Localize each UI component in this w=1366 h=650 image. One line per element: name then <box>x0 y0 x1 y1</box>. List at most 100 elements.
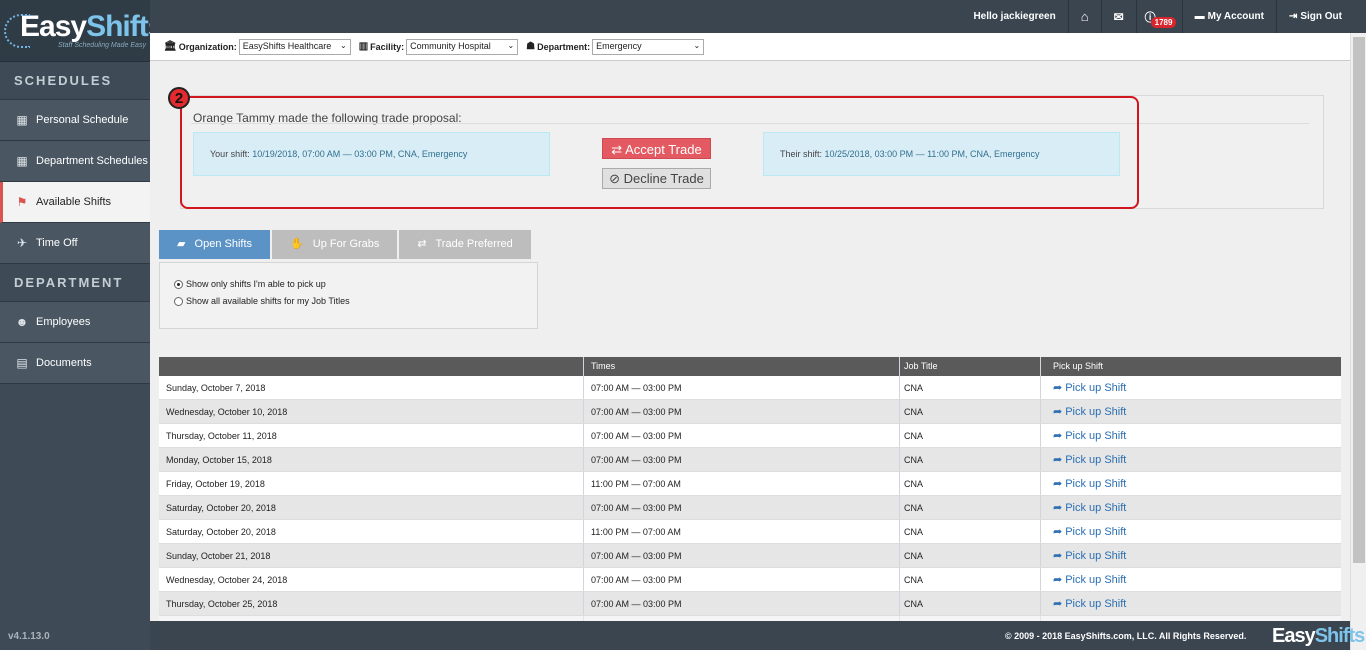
pick-up-shift-link[interactable]: ➦Pick up Shift <box>1053 454 1126 466</box>
department-filter: ☗ Department: Emergency ⌄ <box>526 38 705 55</box>
shift-filter-options: Show only shifts I'm able to pick up Sho… <box>159 262 538 329</box>
table-row: Saturday, October 20, 2018 07:00 AM — 03:… <box>159 496 1341 520</box>
department-select[interactable]: Emergency ⌄ <box>592 38 705 55</box>
table-row: Sunday, October 21, 2018 07:00 AM — 03:00… <box>159 544 1341 568</box>
sidebar: EasyShifts Staff Scheduling Made Easy SC… <box>0 0 164 650</box>
vertical-scrollbar[interactable] <box>1350 33 1366 650</box>
sidebar-item-label: Personal Schedule <box>36 114 129 126</box>
decline-trade-button[interactable]: ⊘ Decline Trade <box>602 168 711 189</box>
tab-up-for-grabs[interactable]: ✋ Up For Grabs <box>272 230 398 259</box>
cell-times: 07:00 AM — 03:00 PM <box>584 544 900 567</box>
messages-button[interactable]: ✉ <box>1100 0 1136 33</box>
radio-option-able[interactable]: Show only shifts I'm able to pick up <box>174 279 537 289</box>
chevron-down-icon: ⌄ <box>507 40 515 50</box>
copyright-text: © 2009 - 2018 EasyShifts.com, LLC. All R… <box>1005 631 1247 641</box>
department-value: Emergency <box>596 40 642 51</box>
sidebar-item-employees[interactable]: ☻ Employees <box>0 302 150 343</box>
radio-label: Show only shifts I'm able to pick up <box>186 279 326 289</box>
notifications-button[interactable]: ⓘ 1789 <box>1135 0 1182 33</box>
chevron-down-icon: ⌄ <box>693 40 701 50</box>
radio-option-all[interactable]: Show all available shifts for my Job Tit… <box>174 296 537 306</box>
column-header-job-title[interactable]: Job Title <box>900 357 1041 376</box>
column-header-times[interactable]: Times <box>584 357 900 376</box>
sidebar-item-department-schedules[interactable]: ▦ Department Schedules <box>0 141 150 182</box>
pick-up-shift-label: Pick up Shift <box>1065 382 1127 394</box>
share-arrow-icon: ➦ <box>1053 454 1063 466</box>
footer-logo-easy: Easy <box>1272 625 1316 647</box>
tab-open-shifts[interactable]: ▰ Open Shifts <box>159 230 271 259</box>
pdf-icon: ▤ <box>16 356 28 370</box>
cell-times: 11:00 PM — 07:00 AM <box>584 472 900 495</box>
sidebar-item-personal-schedule[interactable]: ▦ Personal Schedule <box>0 100 150 141</box>
sign-out-button[interactable]: ⇥ Sign Out <box>1275 0 1366 33</box>
trade-proposal-panel: Orange Tammy made the following trade pr… <box>180 95 1324 209</box>
sidebar-section-schedules: SCHEDULES <box>0 62 150 100</box>
shift-tabs: ▰ Open Shifts ✋ Up For Grabs ⇄ Trade Pre… <box>159 230 533 259</box>
radio-button[interactable] <box>174 296 183 306</box>
pick-up-shift-label: Pick up Shift <box>1065 526 1127 538</box>
home-icon: ⌂ <box>1080 9 1089 24</box>
app-logo[interactable]: EasyShifts Staff Scheduling Made Easy <box>0 0 164 62</box>
cell-date: Friday, October 19, 2018 <box>159 472 584 495</box>
footer-logo-shifts: Shifts <box>1314 625 1366 647</box>
pick-up-shift-link[interactable]: ➦Pick up Shift <box>1053 574 1126 586</box>
my-account-label: My Account <box>1207 11 1264 22</box>
calendar-grid-icon: ▦ <box>16 154 28 168</box>
pick-up-shift-label: Pick up Shift <box>1065 598 1127 610</box>
pick-up-shift-link[interactable]: ➦Pick up Shift <box>1053 550 1126 562</box>
pick-up-shift-link[interactable]: ➦Pick up Shift <box>1053 526 1126 538</box>
cell-date: Saturday, October 20, 2018 <box>159 520 584 543</box>
sign-out-icon: ⇥ <box>1288 11 1298 22</box>
cell-date: Thursday, October 11, 2018 <box>159 424 584 447</box>
cell-times: 07:00 AM — 03:00 PM <box>584 400 900 423</box>
pick-up-shift-label: Pick up Shift <box>1065 574 1127 586</box>
cell-job-title: CNA <box>900 568 1041 591</box>
notification-count-badge: 1789 <box>1150 17 1177 28</box>
pick-up-shift-label: Pick up Shift <box>1065 406 1127 418</box>
users-icon: ☻ <box>15 315 29 329</box>
organization-label: Organization: <box>178 41 237 52</box>
pick-up-shift-link[interactable]: ➦Pick up Shift <box>1053 382 1126 394</box>
sign-out-label: Sign Out <box>1300 11 1342 22</box>
tab-trade-preferred[interactable]: ⇄ Trade Preferred <box>399 230 531 259</box>
cell-job-title: CNA <box>900 400 1041 423</box>
step-number-badge: 2 <box>168 87 190 109</box>
pick-up-shift-link[interactable]: ➦Pick up Shift <box>1053 430 1126 442</box>
pick-up-shift-link[interactable]: ➦Pick up Shift <box>1053 478 1126 490</box>
flag-icon: ⚑ <box>16 195 28 209</box>
share-arrow-icon: ➦ <box>1053 526 1063 538</box>
cell-times: 07:00 AM — 03:00 PM <box>584 568 900 591</box>
share-arrow-icon: ➦ <box>1053 406 1063 418</box>
organization-select[interactable]: EasyShifts Healthcare ⌄ <box>238 38 351 55</box>
sidebar-item-time-off[interactable]: ✈ Time Off <box>0 223 150 264</box>
facility-select[interactable]: Community Hospital ⌄ <box>406 38 519 55</box>
sidebar-item-label: Available Shifts <box>36 196 112 208</box>
radio-button-selected[interactable] <box>174 279 183 289</box>
cell-date: Monday, October 15, 2018 <box>159 448 584 471</box>
my-account-button[interactable]: ▬ My Account <box>1181 0 1276 33</box>
sidebar-item-label: Time Off <box>36 237 78 249</box>
envelope-icon: ✉ <box>1113 9 1124 24</box>
organization-value: EasyShifts Healthcare <box>242 40 332 51</box>
pick-up-shift-link[interactable]: ➦Pick up Shift <box>1053 598 1126 610</box>
table-row: Thursday, October 11, 2018 07:00 AM — 03:… <box>159 424 1341 448</box>
cell-times: 07:00 AM — 03:00 PM <box>584 376 900 399</box>
cell-date: Sunday, October 21, 2018 <box>159 544 584 567</box>
user-md-icon: ☗ <box>526 41 536 52</box>
pick-up-shift-link[interactable]: ➦Pick up Shift <box>1053 502 1126 514</box>
sidebar-item-documents[interactable]: ▤ Documents <box>0 343 150 384</box>
table-row: Thursday, October 25, 2018 07:00 AM — 03:… <box>159 592 1341 616</box>
cell-times: 07:00 AM — 03:00 PM <box>584 424 900 447</box>
sidebar-item-available-shifts[interactable]: ⚑ Available Shifts <box>0 182 150 223</box>
cell-date: Thursday, October 25, 2018 <box>159 592 584 615</box>
pick-up-shift-link[interactable]: ➦Pick up Shift <box>1053 406 1126 418</box>
table-header: Times Job Title Pick up Shift <box>159 357 1341 376</box>
column-header-pickup[interactable]: Pick up Shift <box>1041 357 1341 376</box>
accept-trade-button[interactable]: ⇄ Accept Trade <box>602 138 711 159</box>
cell-job-title: CNA <box>900 544 1041 567</box>
column-header-date[interactable] <box>159 357 584 376</box>
scrollbar-thumb[interactable] <box>1353 37 1365 563</box>
table-row: Sunday, October 7, 2018 07:00 AM — 03:00 … <box>159 376 1341 400</box>
their-shift-value: 10/25/2018, 03:00 PM — 11:00 PM, CNA, Em… <box>824 149 1040 159</box>
home-button[interactable]: ⌂ <box>1067 0 1101 33</box>
